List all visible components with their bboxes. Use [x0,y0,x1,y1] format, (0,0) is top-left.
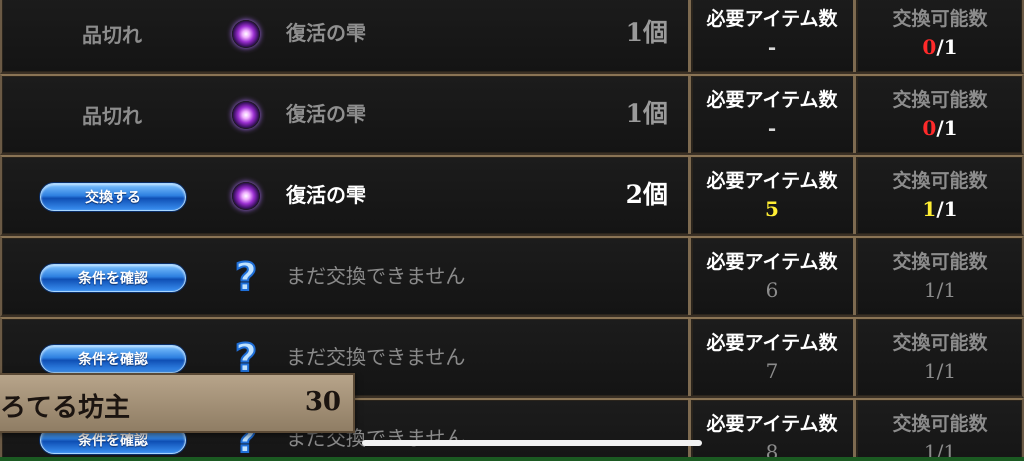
exchangeable-count-value: 1/1 [923,358,957,383]
required-items-value: 7 [765,358,779,383]
exchangeable-count-title: 交換可能数 [892,331,988,354]
required-items-title: 必要アイテム数 [706,250,838,273]
required-items-cell: 必要アイテム数 6 [688,238,853,315]
purple-orb-icon [232,182,260,210]
item-name: 復活の雫 [286,183,366,207]
required-items-title: 必要アイテム数 [706,331,838,354]
item-name: まだ交換できません [286,345,466,369]
required-items-title: 必要アイテム数 [706,88,838,111]
sold-out-label: 品切れ [82,104,142,128]
exchangeable-count-title: 交換可能数 [892,169,988,192]
required-items-value: 6 [765,277,779,302]
exchangeable-count-cell: 交換可能数 1/1 [853,319,1024,396]
exchange-button[interactable]: 交換する [40,183,186,211]
exchangeable-count-title: 交換可能数 [892,7,988,30]
check-conditions-button[interactable]: 条件を確認 [40,345,186,373]
exchangeable-current: 0 [922,115,937,140]
exchangeable-count-value: 0/1 [922,113,957,143]
item-name: まだ交換できません [286,264,466,288]
player-value: 30 [304,387,341,417]
exchange-row: 交換する 復活の雫 2個 必要アイテム数 5 交換可能数 1/1 [0,155,1024,236]
required-items-title: 必要アイテム数 [706,412,838,435]
item-name: 復活の雫 [286,21,366,45]
exchangeable-count-title: 交換可能数 [892,88,988,111]
check-conditions-button[interactable]: 条件を確認 [40,264,186,292]
required-items-title: 必要アイテム数 [706,7,838,30]
bottom-accent-line [0,457,1024,461]
required-items-cell: 必要アイテム数 8 [688,400,853,461]
item-quantity: 1個 [625,99,668,128]
purple-orb-icon [232,20,260,48]
exchangeable-count-cell: 交換可能数 1/1 [853,238,1024,315]
player-info-popup[interactable]: ろてる坊主 30 [0,373,355,433]
row-main: 交換する 復活の雫 2個 [2,157,688,234]
question-mark-icon: ? [234,255,258,299]
exchangeable-count-cell: 交換可能数 0/1 [853,0,1024,72]
exchangeable-max: /1 [936,115,958,140]
exchangeable-count-cell: 交換可能数 1/1 [853,400,1024,461]
exchangeable-current: 1 [922,196,937,221]
item-quantity: 1個 [625,18,668,47]
exchangeable-count-title: 交換可能数 [892,250,988,273]
row-main: 条件を確認 ? まだ交換できません [2,238,688,315]
item-quantity: 2個 [625,180,668,209]
exchangeable-count-value: 0/1 [922,32,957,62]
required-items-value: - [767,115,777,140]
required-items-cell: 必要アイテム数 - [688,76,853,153]
player-name: ろてる坊主 [0,393,131,423]
required-items-title: 必要アイテム数 [706,169,838,192]
exchange-row: 条件を確認 ? まだ交換できません 必要アイテム数 6 交換可能数 1/1 [0,236,1024,317]
required-items-cell: 必要アイテム数 - [688,0,853,72]
required-items-cell: 必要アイテム数 5 [688,157,853,234]
purple-orb-icon [232,101,260,129]
exchange-row: 品切れ 復活の雫 1個 必要アイテム数 - 交換可能数 0/1 [0,0,1024,74]
exchangeable-count-value: 1/1 [923,277,957,302]
required-items-cell: 必要アイテム数 7 [688,319,853,396]
exchangeable-max: /1 [936,196,958,221]
row-main: 品切れ 復活の雫 1個 [2,76,688,153]
exchangeable-count-value: 1/1 [922,194,957,224]
required-items-value: - [767,34,777,59]
row-main: 品切れ 復活の雫 1個 [2,0,688,72]
exchangeable-count-cell: 交換可能数 1/1 [853,157,1024,234]
exchangeable-current: 0 [922,34,937,59]
item-name: 復活の雫 [286,102,366,126]
exchangeable-count-cell: 交換可能数 0/1 [853,76,1024,153]
home-indicator[interactable] [362,440,702,446]
exchangeable-count-title: 交換可能数 [892,412,988,435]
sold-out-label: 品切れ [82,23,142,47]
required-items-value: 5 [765,196,779,221]
exchange-row: 品切れ 復活の雫 1個 必要アイテム数 - 交換可能数 0/1 [0,74,1024,155]
exchangeable-max: /1 [936,34,958,59]
